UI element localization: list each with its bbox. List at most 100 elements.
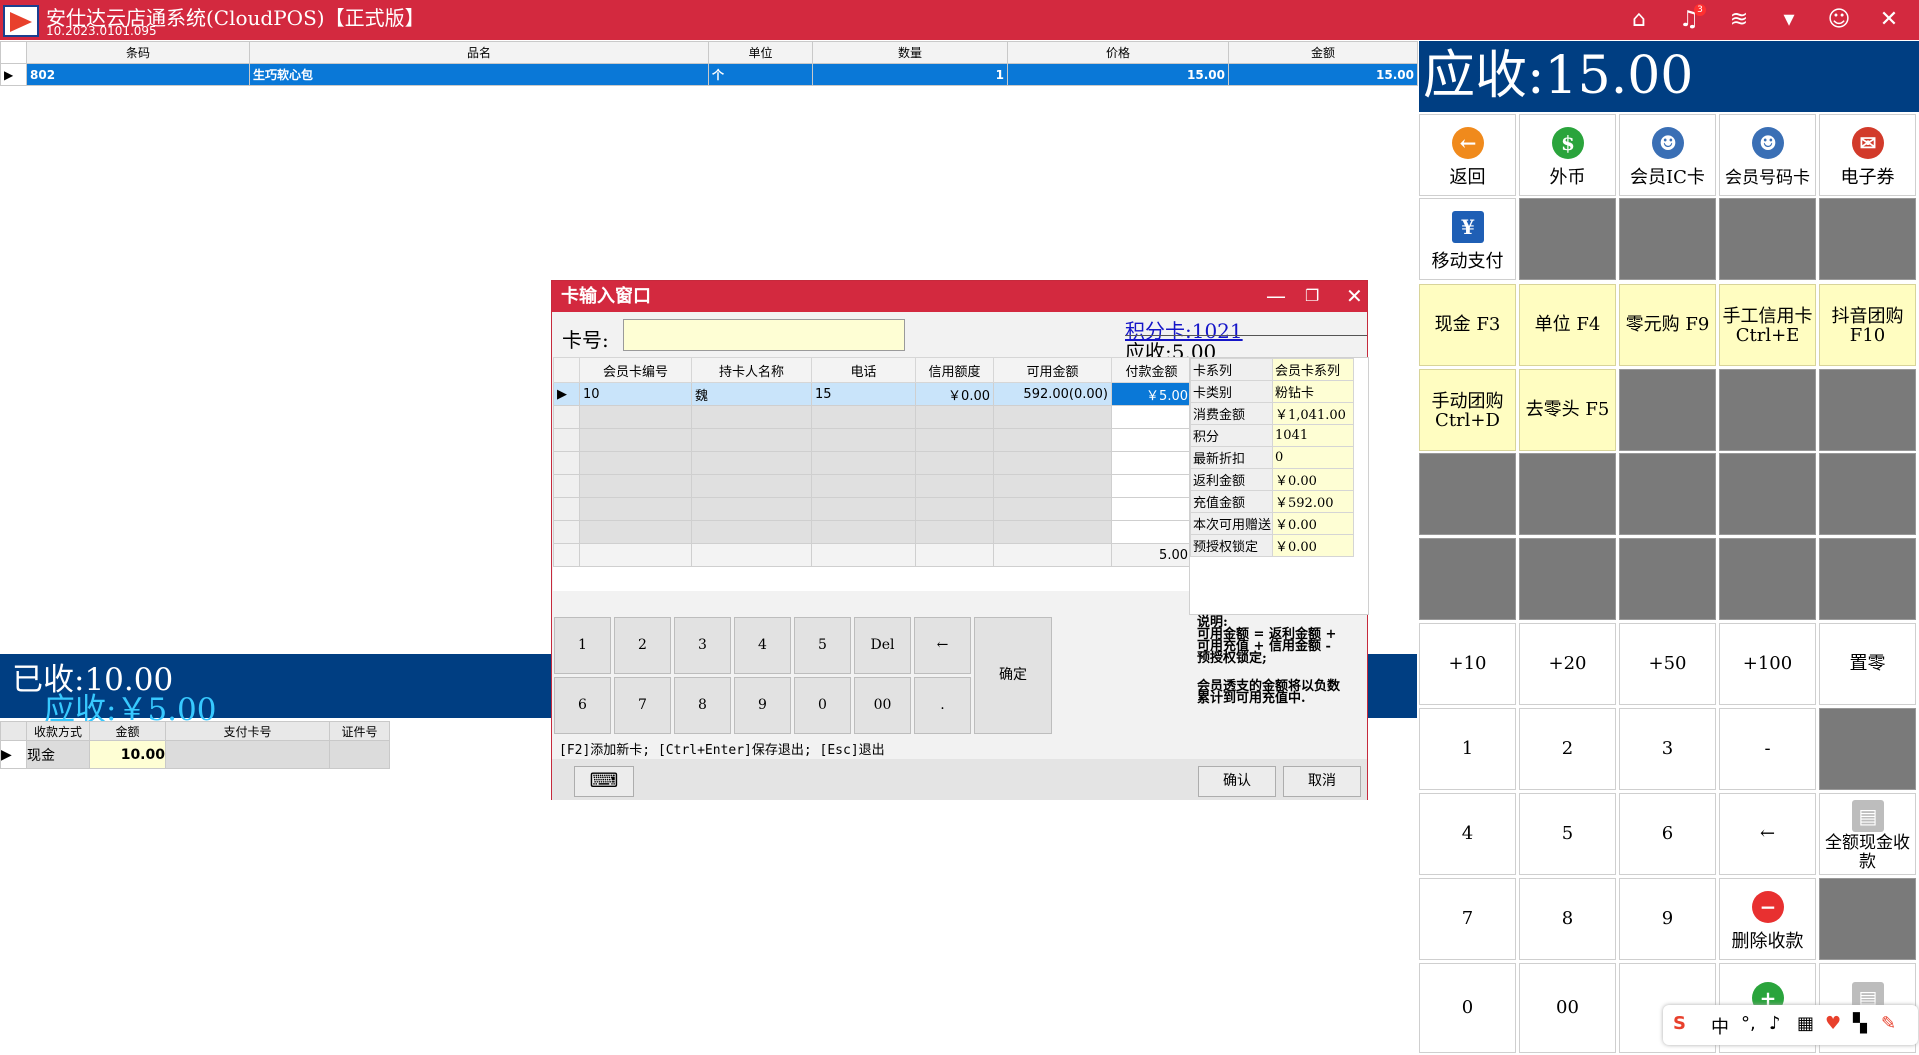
foreign-currency-button[interactable]: $ 外币 (1519, 114, 1616, 196)
cell-card-no[interactable]: 10 (579, 382, 692, 406)
cash-f3-button[interactable]: 现金 F3 (1419, 284, 1516, 366)
plus-100-button[interactable]: +100 (1719, 623, 1816, 705)
cell-method[interactable]: 现金 (26, 740, 90, 769)
bell-icon[interactable]: ♫ 3 (1674, 4, 1706, 34)
col-pay[interactable]: 付款金额 (1111, 357, 1192, 383)
keypad-0[interactable]: 0 (794, 677, 851, 734)
cell-pay[interactable]: ￥5.00 (1111, 382, 1192, 406)
restore-icon[interactable]: ❐ (1305, 281, 1319, 311)
zero-purchase-f9-button[interactable]: 零元购 F9 (1619, 284, 1716, 366)
numpad-minus[interactable]: - (1719, 708, 1816, 790)
mic-icon[interactable]: ♪ (1769, 1013, 1781, 1034)
keyboard-icon[interactable]: ▦ (1797, 1013, 1814, 1034)
users-icon[interactable]: ☺ (1824, 6, 1854, 34)
keypad-4[interactable]: 4 (734, 617, 791, 674)
keypad-del[interactable]: Del (854, 617, 911, 674)
cell-pay-amount[interactable]: 10.00 (89, 740, 166, 769)
col-name[interactable]: 品名 (249, 41, 709, 64)
col-credit[interactable]: 信用额度 (915, 357, 994, 383)
numpad-8[interactable]: 8 (1519, 878, 1616, 960)
tools-icon[interactable]: ✎ (1881, 1013, 1896, 1034)
col-amount[interactable]: 金额 (1228, 41, 1418, 64)
close-icon[interactable]: ✕ (1874, 6, 1904, 34)
member-ic-card-button[interactable]: ☻ 会员IC卡 (1619, 114, 1716, 196)
numpad-0[interactable]: 0 (1419, 963, 1516, 1053)
back-button[interactable]: ← 返回 (1419, 114, 1516, 196)
keypad-8[interactable]: 8 (674, 677, 731, 734)
numpad-4[interactable]: 4 (1419, 793, 1516, 875)
keypad-backspace[interactable]: ← (914, 617, 971, 674)
keypad-00[interactable]: 00 (854, 677, 911, 734)
cell-credit[interactable]: ￥0.00 (915, 382, 994, 406)
punctuation-icon[interactable]: °, (1741, 1013, 1756, 1034)
keypad-1[interactable]: 1 (554, 617, 611, 674)
col-price[interactable]: 价格 (1007, 41, 1229, 64)
cell-price[interactable]: 15.00 (1007, 63, 1229, 86)
unit-f4-button[interactable]: 单位 F4 (1519, 284, 1616, 366)
e-coupon-button[interactable]: ✉ 电子券 (1819, 114, 1916, 196)
cell-pay-card[interactable] (165, 740, 330, 769)
apps-icon[interactable]: ▚ (1853, 1013, 1867, 1034)
wifi-icon[interactable]: ≋ (1724, 6, 1754, 34)
plus-10-button[interactable]: +10 (1419, 623, 1516, 705)
cell-phone[interactable]: 15 (811, 382, 916, 406)
numpad-5[interactable]: 5 (1519, 793, 1616, 875)
ime-mode-label[interactable]: 中 (1711, 1013, 1729, 1039)
numpad-backspace[interactable]: ← (1719, 793, 1816, 875)
keypad-9[interactable]: 9 (734, 677, 791, 734)
col-phone[interactable]: 电话 (811, 357, 916, 383)
keypad-5[interactable]: 5 (794, 617, 851, 674)
plus-20-button[interactable]: +20 (1519, 623, 1616, 705)
cell-unit[interactable]: 个 (708, 63, 813, 86)
cell-amount[interactable]: 15.00 (1228, 63, 1418, 86)
remove-change-f5-button[interactable]: 去零头 F5 (1519, 369, 1616, 451)
keypad-3[interactable]: 3 (674, 617, 731, 674)
table-row[interactable]: ▶ 10 魏 15 ￥0.00 592.00(0.00) ￥5.00 (553, 382, 1192, 406)
douyin-group-buy-button[interactable]: 抖音团购 F10 (1819, 284, 1916, 366)
sogou-icon[interactable]: S (1673, 1013, 1686, 1034)
mobile-pay-button[interactable]: ¥ 移动支付 (1419, 198, 1516, 280)
member-number-card-button[interactable]: ☻ 会员号码卡 (1719, 114, 1816, 196)
cell-barcode[interactable]: 802 (26, 63, 250, 86)
keypad-7[interactable]: 7 (614, 677, 671, 734)
manual-group-buy-button[interactable]: 手动团购 Ctrl+D (1419, 369, 1516, 451)
keypad-6[interactable]: 6 (554, 677, 611, 734)
numpad-9[interactable]: 9 (1619, 878, 1716, 960)
full-cash-button[interactable]: ▤ 全额现金收款 (1819, 793, 1916, 875)
home-icon[interactable]: ⌂ (1624, 6, 1654, 34)
table-row[interactable]: ▶ 现金 10.00 (0, 740, 390, 769)
plus-50-button[interactable]: +50 (1619, 623, 1716, 705)
keypad-2[interactable]: 2 (614, 617, 671, 674)
col-barcode[interactable]: 条码 (26, 41, 250, 64)
col-card-no[interactable]: 会员卡编号 (579, 357, 692, 383)
numpad-6[interactable]: 6 (1619, 793, 1716, 875)
keypad-dot[interactable]: . (914, 677, 971, 734)
numpad-7[interactable]: 7 (1419, 878, 1516, 960)
numpad-3[interactable]: 3 (1619, 708, 1716, 790)
col-holder[interactable]: 持卡人名称 (691, 357, 812, 383)
card-number-input[interactable] (623, 319, 905, 351)
col-unit[interactable]: 单位 (708, 41, 813, 64)
cell-id-number[interactable] (329, 740, 390, 769)
shirt-icon[interactable]: ▾ (1774, 6, 1804, 34)
manual-credit-card-button[interactable]: 手工信用卡 Ctrl+E (1719, 284, 1816, 366)
table-row[interactable]: ▶ 802 生巧软心包 个 1 15.00 15.00 (0, 63, 1418, 86)
close-icon[interactable]: ✕ (1346, 281, 1363, 311)
cell-qty[interactable]: 1 (812, 63, 1008, 86)
delete-payment-button[interactable]: − 删除收款 (1719, 878, 1816, 960)
cancel-button[interactable]: 取消 (1283, 766, 1361, 797)
col-qty[interactable]: 数量 (812, 41, 1008, 64)
keyboard-icon[interactable]: ⌨ (574, 766, 634, 797)
numpad-2[interactable]: 2 (1519, 708, 1616, 790)
skin-icon[interactable]: ♥ (1825, 1013, 1841, 1034)
cell-name[interactable]: 生巧软心包 (249, 63, 709, 86)
reset-zero-button[interactable]: 置零 (1819, 623, 1916, 705)
minimize-icon[interactable]: — (1266, 281, 1286, 311)
cell-available[interactable]: 592.00(0.00) (993, 382, 1112, 406)
keypad-enter[interactable]: 确定 (974, 617, 1052, 734)
col-available[interactable]: 可用金额 (993, 357, 1112, 383)
confirm-button[interactable]: 确认 (1198, 766, 1276, 797)
numpad-00[interactable]: 00 (1519, 963, 1616, 1053)
cell-holder[interactable]: 魏 (691, 382, 812, 406)
numpad-1[interactable]: 1 (1419, 708, 1516, 790)
